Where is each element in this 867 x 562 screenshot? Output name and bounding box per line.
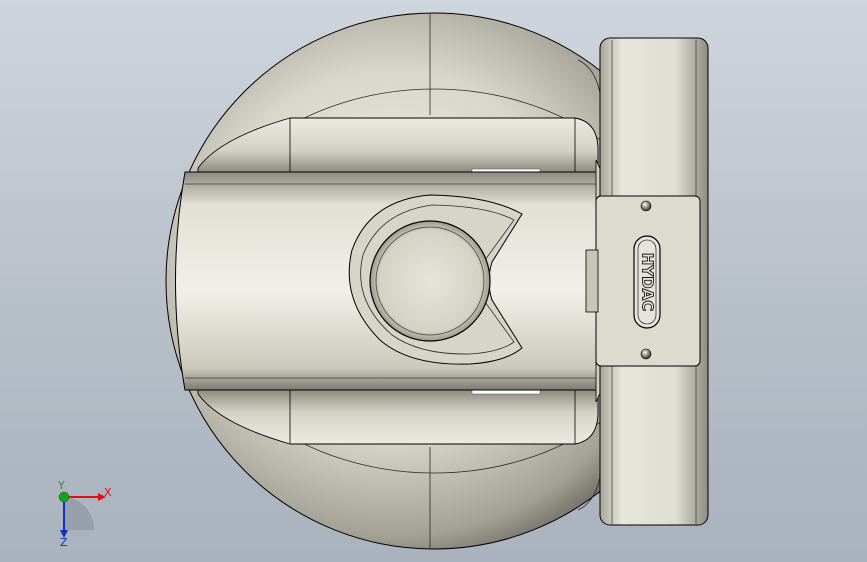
cad-model-view[interactable]: HYDAC X Y Z	[0, 0, 867, 562]
y-axis-dot	[58, 491, 70, 503]
screw-bottom	[640, 348, 652, 360]
orientation-triad[interactable]: X Y Z	[57, 479, 112, 549]
brand-text: HYDAC	[639, 253, 657, 311]
screw-top	[640, 200, 652, 212]
x-axis-label: X	[104, 486, 112, 499]
inlet-bore	[369, 220, 491, 342]
y-axis-label: Y	[57, 479, 65, 492]
3d-viewport[interactable]: HYDAC X Y Z	[0, 0, 867, 562]
z-axis-label: Z	[60, 536, 68, 549]
